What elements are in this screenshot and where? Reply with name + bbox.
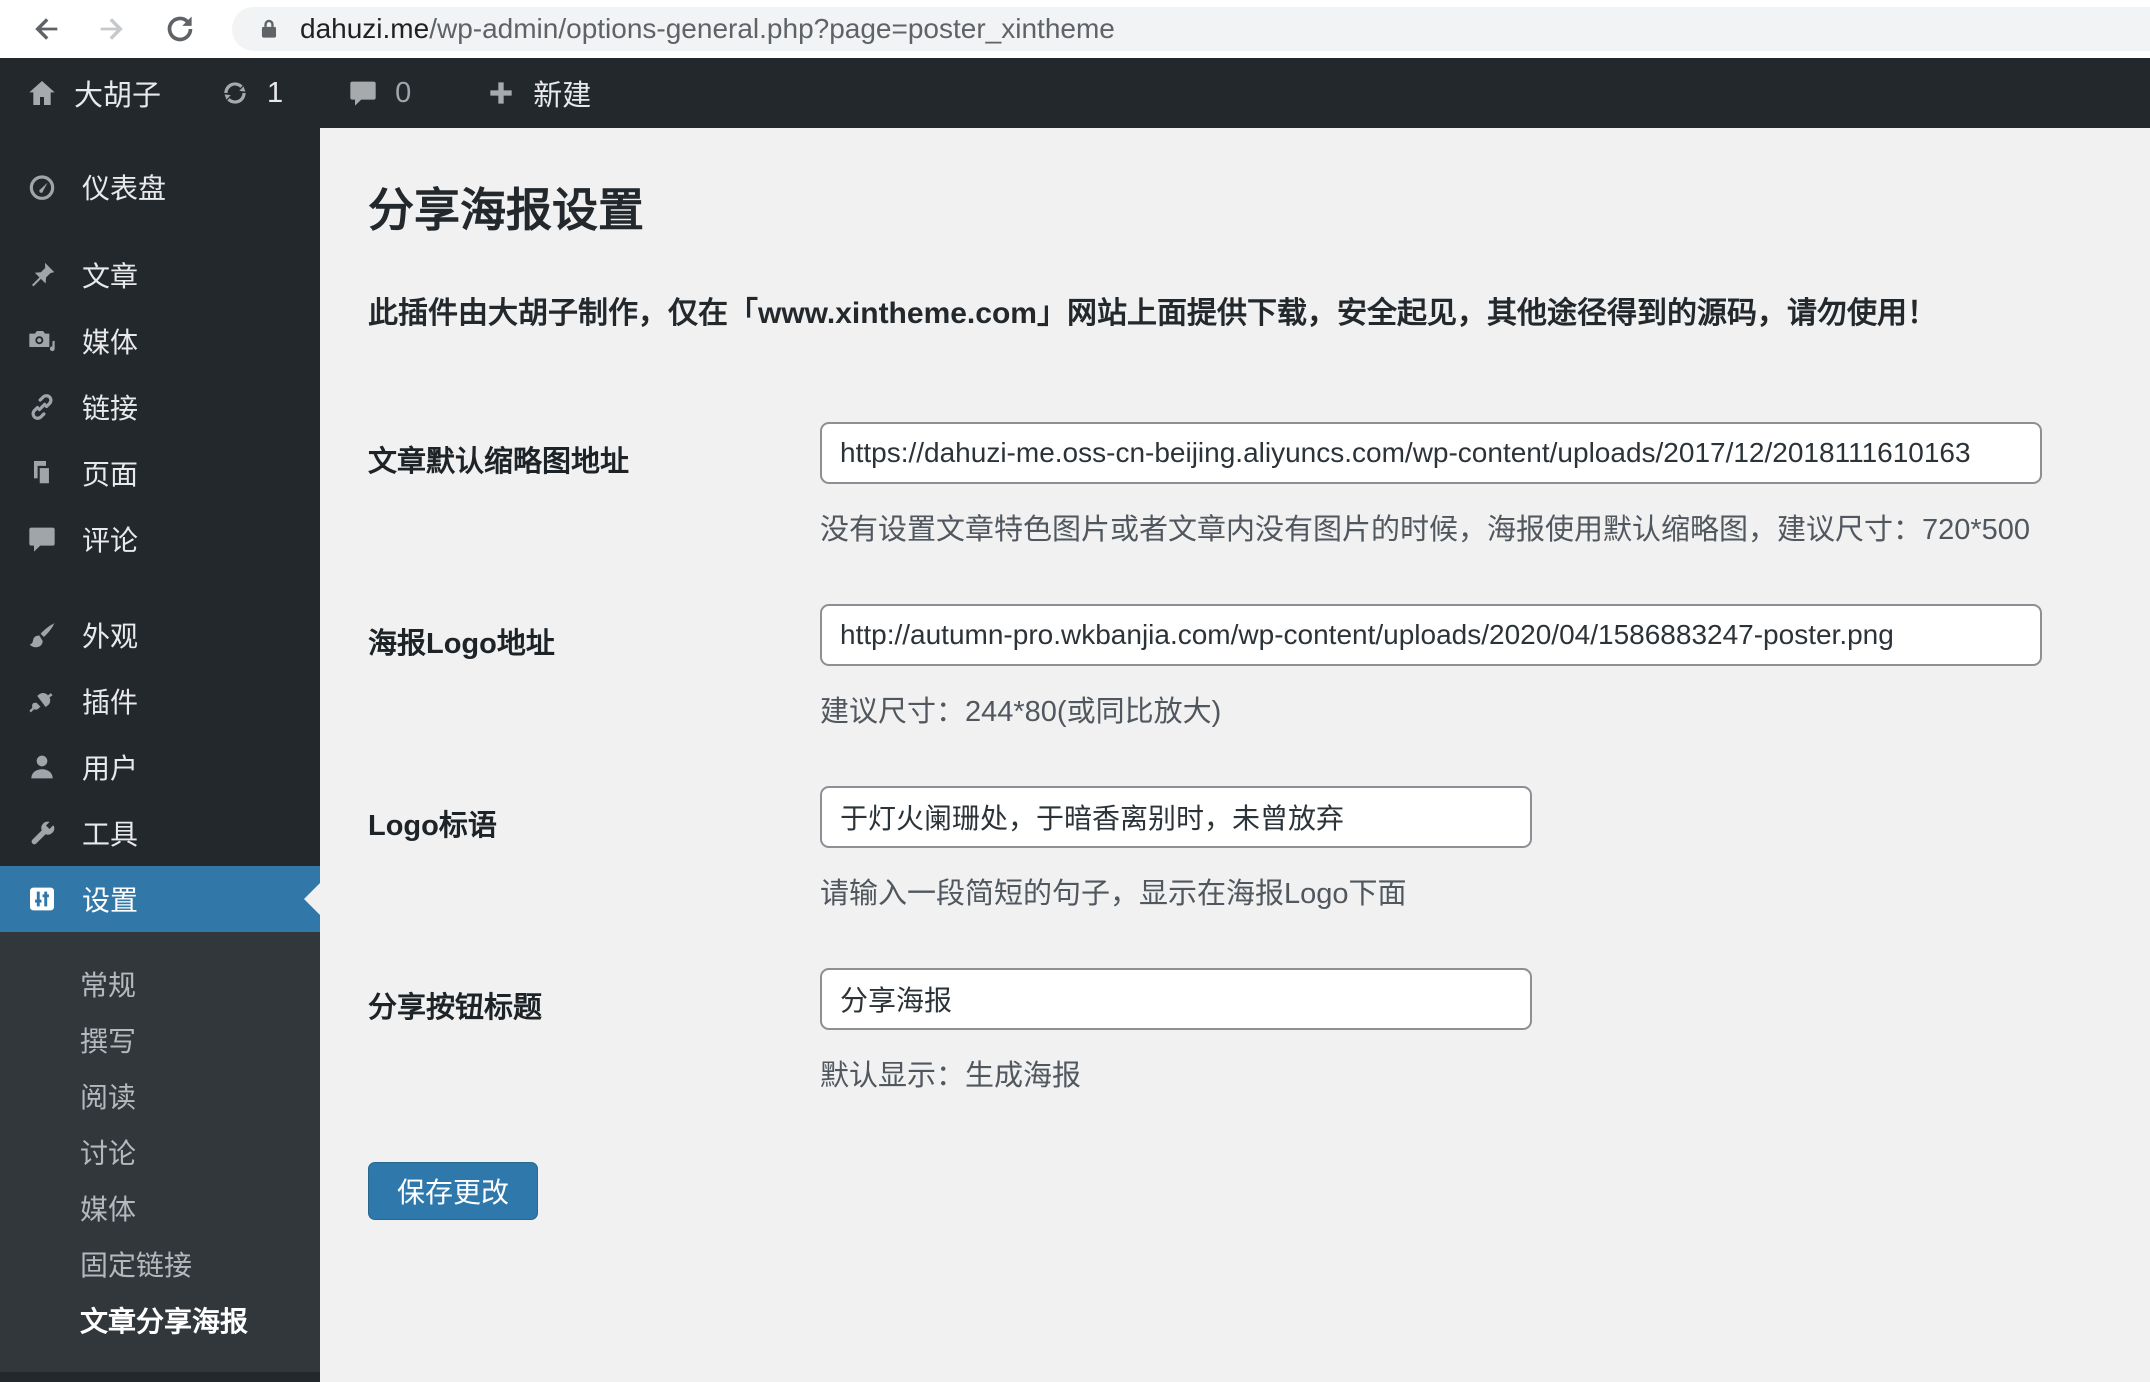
sidebar-item-label: 用户 [82, 753, 139, 784]
sidebar-item-settings[interactable]: 设置 [0, 866, 320, 932]
field-help: 默认显示：生成海报 [820, 1060, 1082, 1092]
submenu-item-permalinks[interactable]: 固定链接 [0, 1238, 320, 1294]
sidebar-item-label: 媒体 [82, 327, 139, 358]
comment-count[interactable]: 0 [395, 77, 411, 110]
browser-forward-icon[interactable] [94, 11, 130, 47]
field-help: 请输入一段简短的句子，显示在海报Logo下面 [820, 878, 1407, 910]
sidebar-item-label: 插件 [82, 687, 139, 718]
wrench-icon [26, 817, 58, 849]
menu-separator [0, 220, 320, 242]
sidebar-item-comments[interactable]: 评论 [0, 506, 320, 572]
media-icon [26, 325, 58, 357]
sidebar-item-label: 仪表盘 [82, 173, 167, 204]
comment-icon [26, 523, 58, 555]
comments-icon[interactable] [347, 77, 379, 109]
site-name[interactable]: 大胡子 [74, 72, 161, 114]
sidebar-item-label: 文章 [82, 261, 139, 292]
sidebar-item-label: 页面 [82, 459, 139, 490]
field-label: Logo标语 [368, 810, 497, 842]
update-count[interactable]: 1 [267, 77, 283, 110]
wp-admin-bar: 大胡子 1 0 新建 [0, 58, 2150, 128]
browser-chrome: dahuzi.me/wp-admin/options-general.php?p… [0, 0, 2150, 58]
field-label: 海报Logo地址 [368, 628, 555, 660]
submenu-item-general[interactable]: 常规 [0, 958, 320, 1014]
sidebar-item-plugins[interactable]: 插件 [0, 668, 320, 734]
browser-back-icon[interactable] [28, 11, 64, 47]
settings-submenu: 常规 撰写 阅读 讨论 媒体 固定链接 文章分享海报 [0, 932, 320, 1372]
dashboard-icon [26, 171, 58, 203]
field-label: 文章默认缩略图地址 [368, 446, 630, 478]
submenu-item-share-poster[interactable]: 文章分享海报 [0, 1294, 320, 1350]
sidebar-item-label: 外观 [82, 621, 139, 652]
default-thumbnail-url-input[interactable] [820, 422, 2042, 484]
menu-separator [0, 572, 320, 602]
plugin-notice: 此插件由大胡子制作，仅在「www.xintheme.com」网站上面提供下载，安… [368, 297, 1937, 330]
user-icon [26, 751, 58, 783]
url-path: /wp-admin/options-general.php?page=poste… [429, 13, 1115, 44]
updates-icon[interactable] [219, 77, 251, 109]
submenu-item-reading[interactable]: 阅读 [0, 1070, 320, 1126]
pages-icon [26, 457, 58, 489]
submenu-item-writing[interactable]: 撰写 [0, 1014, 320, 1070]
poster-logo-url-input[interactable] [820, 604, 2042, 666]
sidebar-item-label: 工具 [82, 819, 139, 850]
sidebar-item-tools[interactable]: 工具 [0, 800, 320, 866]
save-changes-button[interactable]: 保存更改 [368, 1162, 539, 1220]
page-title: 分享海报设置 [368, 184, 644, 236]
sidebar-item-label: 链接 [82, 393, 139, 424]
share-button-title-input[interactable] [820, 968, 1532, 1030]
admin-app: 仪表盘 文章 媒体 链接 页面 评论 外观 插件 用户 工具 设置 常规 撰写 … [0, 128, 2150, 1382]
sidebar-item-pages[interactable]: 页面 [0, 440, 320, 506]
field-help: 建议尺寸：244*80(或同比放大) [820, 696, 1222, 728]
admin-menu: 仪表盘 文章 媒体 链接 页面 评论 外观 插件 用户 工具 设置 常规 撰写 … [0, 128, 320, 1372]
sidebar-item-links[interactable]: 链接 [0, 374, 320, 440]
link-icon [26, 391, 58, 423]
sidebar-item-label: 设置 [82, 885, 139, 916]
sidebar-item-dashboard[interactable]: 仪表盘 [0, 154, 320, 220]
sidebar-item-label: 评论 [82, 525, 139, 556]
brush-icon [26, 619, 58, 651]
form-row-share-button-title: 分享按钮标题 默认显示：生成海报 [368, 968, 2150, 1094]
home-icon[interactable] [26, 77, 58, 109]
field-label: 分享按钮标题 [368, 992, 543, 1024]
form-row-poster-logo: 海报Logo地址 建议尺寸：244*80(或同比放大) [368, 604, 2150, 730]
sidebar-item-users[interactable]: 用户 [0, 734, 320, 800]
submenu-item-discussion[interactable]: 讨论 [0, 1126, 320, 1182]
form-row-logo-slogan: Logo标语 请输入一段简短的句子，显示在海报Logo下面 [368, 786, 2150, 912]
lock-icon[interactable] [256, 16, 282, 42]
form-row-default-thumbnail: 文章默认缩略图地址 没有设置文章特色图片或者文章内没有图片的时候，海报使用默认缩… [368, 422, 2150, 548]
new-button[interactable]: 新建 [533, 72, 591, 114]
submenu-item-media[interactable]: 媒体 [0, 1182, 320, 1238]
pin-icon [26, 259, 58, 291]
sidebar-item-media[interactable]: 媒体 [0, 308, 320, 374]
browser-reload-icon[interactable] [162, 11, 198, 47]
plus-icon[interactable] [485, 77, 517, 109]
address-bar[interactable]: dahuzi.me/wp-admin/options-general.php?p… [232, 7, 2150, 51]
sidebar-item-posts[interactable]: 文章 [0, 242, 320, 308]
field-help: 没有设置文章特色图片或者文章内没有图片的时候，海报使用默认缩略图，建议尺寸：72… [820, 514, 2031, 546]
sidebar-item-appearance[interactable]: 外观 [0, 602, 320, 668]
settings-icon [26, 883, 58, 915]
main-content: 分享海报设置 此插件由大胡子制作，仅在「www.xintheme.com」网站上… [320, 128, 2150, 1382]
url-text: dahuzi.me/wp-admin/options-general.php?p… [300, 13, 1115, 45]
sidebar: 仪表盘 文章 媒体 链接 页面 评论 外观 插件 用户 工具 设置 常规 撰写 … [0, 128, 320, 1382]
plug-icon [26, 685, 58, 717]
url-domain: dahuzi.me [300, 13, 430, 44]
logo-slogan-input[interactable] [820, 786, 1532, 848]
